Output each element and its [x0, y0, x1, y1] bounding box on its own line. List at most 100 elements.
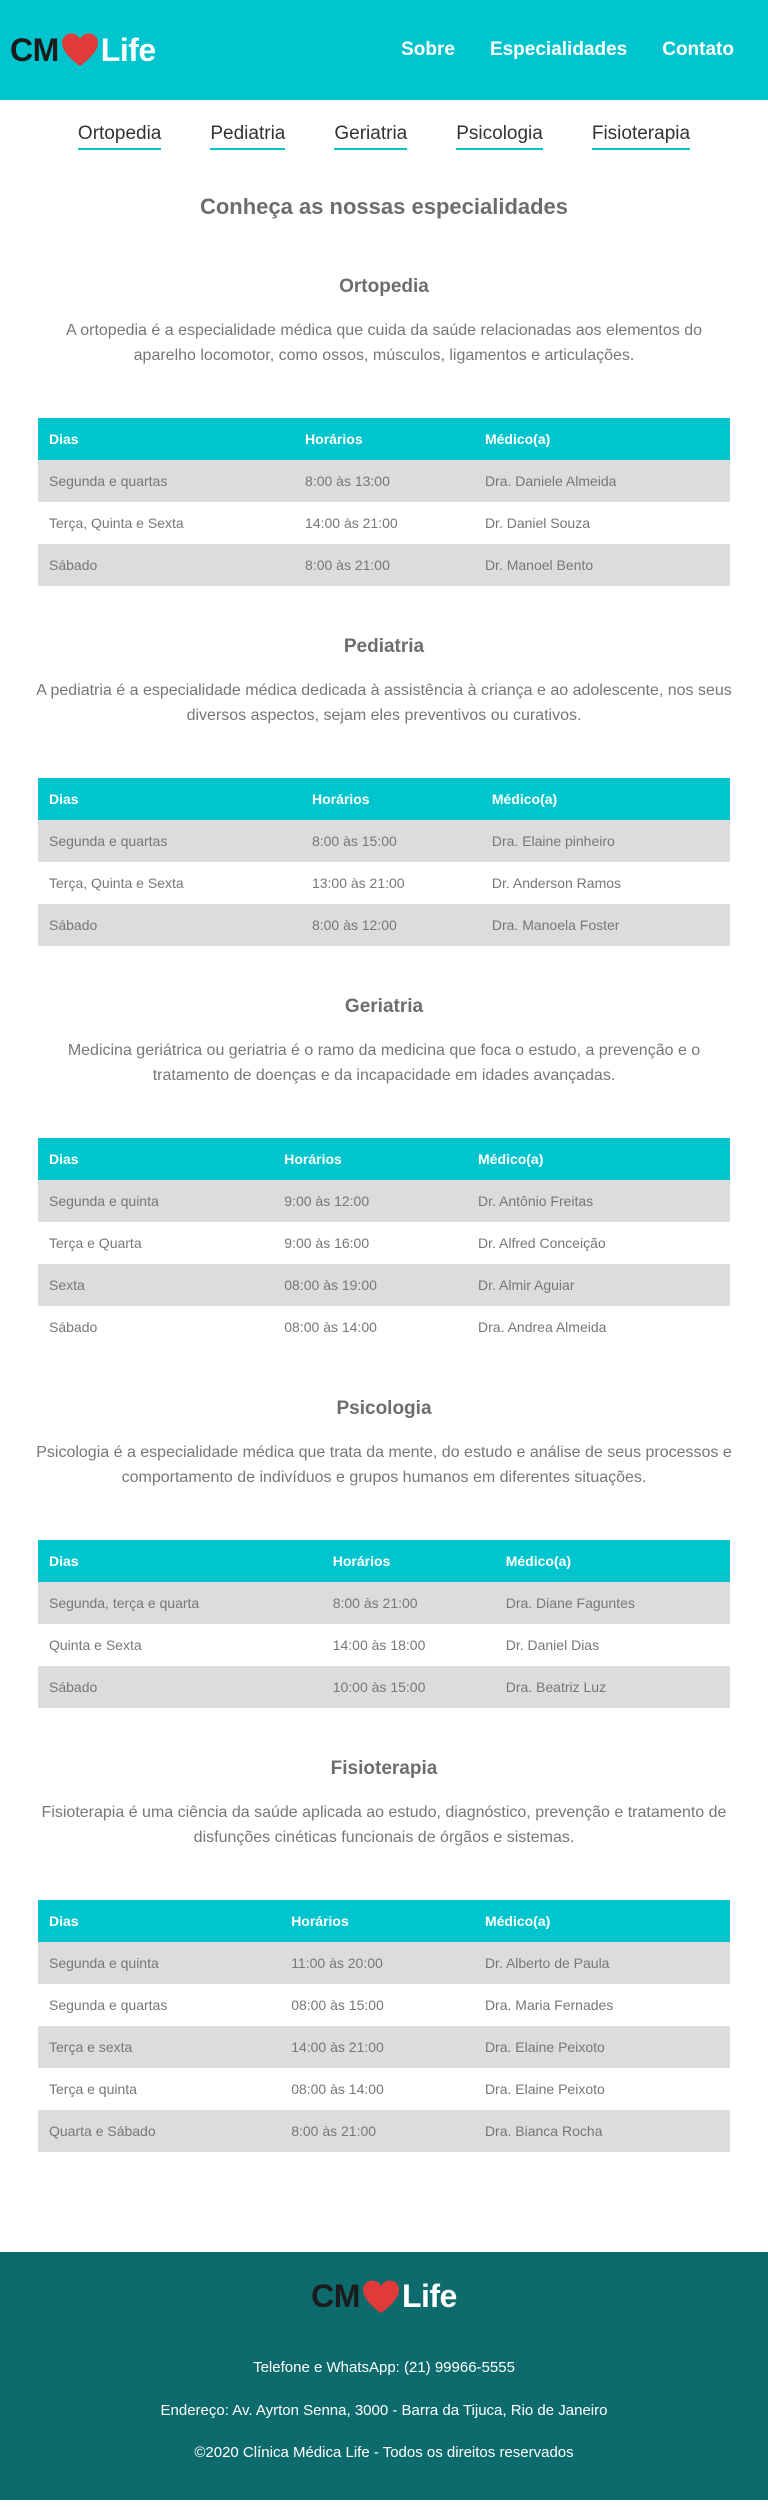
table-header-row: Dias Horários Médico(a) — [38, 1900, 730, 1942]
hours-cell: 9:00 às 12:00 — [273, 1180, 468, 1222]
hours-cell: 14:00 às 21:00 — [280, 2026, 474, 2068]
section-description: Fisioterapia é uma ciência da saúde apli… — [41, 1804, 727, 1846]
site-header: CM Life Sobre Especialidades Contato — [0, 0, 768, 100]
table-row: Quarta e Sábado 8:00 às 21:00 Dra. Bianca … — [38, 2110, 730, 2152]
doctor-cell: Dra. Manoela Foster — [480, 904, 730, 946]
hours-header: Horários — [273, 1138, 468, 1180]
table-row: Segunda e quinta 11:00 às 20:00 Dr. Albert… — [38, 1942, 730, 1984]
specialty-section-ortopedia: Ortopedia A ortopedia é a especialidade m… — [0, 276, 768, 586]
hours-cell: 11:00 às 20:00 — [280, 1942, 474, 1984]
hours-cell: 8:00 às 21:00 — [294, 544, 474, 586]
table-row: Segunda e quartas 08:00 às 15:00 Dra. Mari… — [38, 1984, 730, 2026]
days-cell: Terça e quinta — [49, 2081, 137, 2097]
days-header: Dias — [38, 778, 301, 820]
hours-cell: 14:00 às 21:00 — [305, 515, 398, 531]
doctor-header: Médico(a) — [494, 1540, 730, 1582]
table-row: Sábado 10:00 às 15:00 Dra. Beatriz Luz — [38, 1666, 730, 1708]
heart-icon — [362, 2280, 399, 2313]
subnav-link-fisioterapia[interactable]: Fisioterapia — [591, 123, 691, 150]
site-footer: CM Life Telefone e WhatsApp: (21) 99966-… — [0, 2252, 768, 2500]
schedule-table: Dias Horários Médico(a) Segunda e quinta 9:0… — [38, 1138, 730, 1348]
specialties-list: Ortopedia A ortopedia é a especialidade m… — [0, 276, 768, 2152]
specialties-nav: Ortopedia Pediatria Geriatria Psicologia… — [0, 123, 768, 150]
brand-logo[interactable]: CM Life — [10, 32, 156, 69]
days-cell: Sexta — [38, 1264, 274, 1306]
brand-prefix: CM — [10, 31, 59, 68]
doctor-cell: Dra. Beatriz Luz — [494, 1666, 730, 1708]
table-row: Terça, Quinta e Sexta 14:00 às 21:00 Dr. D… — [38, 502, 730, 544]
hours-cell: 8:00 às 15:00 — [300, 820, 481, 862]
hours-cell: 10:00 às 15:00 — [321, 1666, 495, 1708]
hours-cell: 8:00 às 13:00 — [294, 460, 474, 502]
doctor-cell: Dra. Elaine pinheiro — [480, 820, 730, 862]
section-description: Psicologia é a especialidade médica que … — [36, 1444, 732, 1486]
table-header-row: Dias Horários Médico(a) — [38, 1540, 730, 1582]
days-cell: Sábado — [38, 1666, 322, 1708]
hours-cell: 8:00 às 21:00 — [280, 2110, 474, 2152]
doctor-cell: Dr. Manoel Bento — [473, 544, 730, 586]
hours-cell: 08:00 às 14:00 — [291, 2081, 384, 2097]
doctor-header: Médico(a) — [473, 1900, 730, 1942]
doctor-cell: Dra. Diane Faguntes — [494, 1582, 730, 1624]
days-cell: Terça e sexta — [38, 2026, 281, 2068]
days-cell: Terça e Quarta — [49, 1235, 142, 1251]
days-cell: Segunda e quinta — [38, 1942, 281, 1984]
table-header-row: Dias Horários Médico(a) — [38, 1138, 730, 1180]
doctor-cell: Dr. Alfred Conceição — [478, 1235, 606, 1251]
days-cell: Sábado — [38, 904, 301, 946]
hours-header: Horários — [321, 1540, 495, 1582]
section-title: Geriatria — [344, 996, 424, 1017]
hours-cell: 08:00 às 14:00 — [284, 1319, 377, 1335]
nav-link-contato[interactable]: Contato — [662, 39, 734, 61]
days-cell: Quinta e Sexta — [49, 1637, 142, 1653]
footer-brand-suffix: Life — [401, 2278, 457, 2314]
table-row: Terça, Quinta e Sexta 13:00 às 21:00 Dr. A… — [38, 862, 730, 904]
doctor-header: Médico(a) — [480, 778, 730, 820]
hours-header: Horários — [280, 1900, 474, 1942]
footer-logo[interactable]: CM Life — [0, 2278, 768, 2315]
days-cell: Sábado — [49, 1319, 98, 1335]
subnav-link-psicologia[interactable]: Psicologia — [456, 123, 543, 150]
section-description: A pediatria é a especialidade médica ded… — [36, 682, 732, 724]
table-row: Terça e quinta 08:00 às 14:00 Dra. Elaine … — [38, 2068, 730, 2110]
hours-cell: 9:00 às 16:00 — [284, 1235, 370, 1251]
subnav-link-pediatria[interactable]: Pediatria — [210, 123, 286, 150]
days-header: Dias — [38, 1138, 274, 1180]
section-title: Fisioterapia — [330, 1758, 438, 1779]
doctor-cell: Dr. Antônio Freitas — [467, 1180, 730, 1222]
specialty-section-pediatria: Pediatria A pediatria é a especialidade m… — [0, 636, 768, 946]
specialty-section-fisioterapia: Fisioterapia Fisioterapia é uma ciência d… — [0, 1758, 768, 2152]
hours-cell: 14:00 às 18:00 — [332, 1637, 426, 1653]
table-row: Terça e Quarta 9:00 às 16:00 Dr. Alfred Co… — [38, 1222, 730, 1264]
hours-cell: 08:00 às 15:00 — [291, 1997, 384, 2013]
doctor-cell: Dra. Maria Fernades — [484, 1997, 614, 2013]
doctor-cell: Dra. Elaine Peixoto — [473, 2026, 730, 2068]
doctor-cell: Dr. Daniel Souza — [484, 515, 590, 531]
table-row: Segunda e quartas 8:00 às 15:00 Dra. Elain… — [38, 820, 730, 862]
nav-link-especialidades[interactable]: Especialidades — [490, 39, 627, 61]
days-header: Dias — [38, 418, 295, 460]
section-title: Pediatria — [343, 636, 425, 657]
footer-brand-prefix: CM — [311, 2278, 360, 2314]
schedule-table: Dias Horários Médico(a) Segunda e quartas 8:… — [38, 778, 730, 946]
subnav-link-ortopedia[interactable]: Ortopedia — [77, 123, 162, 150]
heart-icon — [61, 33, 98, 66]
footer-copyright: ©2020 Clínica Médica Life - Todos os dir… — [194, 2444, 574, 2461]
subnav-link-geriatria[interactable]: Geriatria — [334, 123, 408, 150]
main-nav: Sobre Especialidades Contato — [401, 39, 734, 61]
hours-cell: 8:00 às 21:00 — [321, 1582, 495, 1624]
schedule-table: Dias Horários Médico(a) Segunda e quartas 8:… — [38, 418, 730, 586]
days-cell: Terça, Quinta e Sexta — [49, 875, 184, 891]
specialty-section-psicologia: Psicologia Psicologia é a especialidade m… — [0, 1398, 768, 1708]
days-header: Dias — [38, 1900, 281, 1942]
days-cell: Quarta e Sábado — [38, 2110, 281, 2152]
footer-address: Endereço: Av. Ayrton Senna, 3000 - Barra… — [160, 2402, 608, 2419]
doctor-cell: Dr. Almir Aguiar — [467, 1264, 730, 1306]
table-row: Segunda e quartas 8:00 às 13:00 Dra. Danie… — [38, 460, 730, 502]
table-row: Segunda, terça e quarta 8:00 às 21:00 Dra.… — [38, 1582, 730, 1624]
days-cell: Terça, Quinta e Sexta — [49, 515, 184, 531]
hours-cell: 08:00 às 19:00 — [273, 1264, 468, 1306]
doctor-cell: Dra. Bianca Rocha — [473, 2110, 730, 2152]
nav-link-sobre[interactable]: Sobre — [401, 39, 455, 61]
table-row: Terça e sexta 14:00 às 21:00 Dra. Elaine P… — [38, 2026, 730, 2068]
